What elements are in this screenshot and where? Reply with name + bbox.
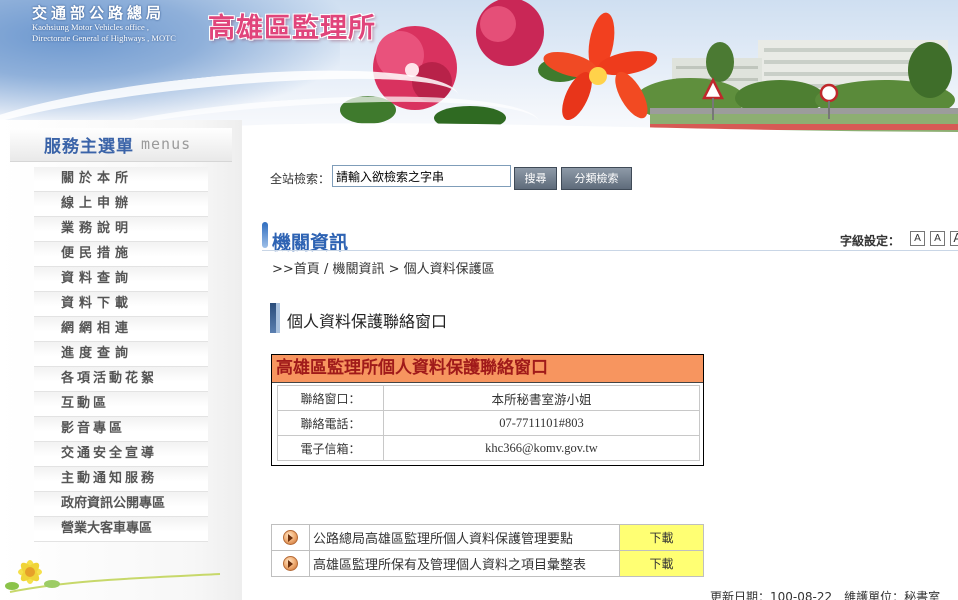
breadcrumb-current: 個人資料保護區 [403,262,495,277]
last-updated: 更新日期：100-08-22 維護單位：秘書室 [710,590,941,600]
search-button[interactable]: 搜尋 [514,167,557,190]
category-search-button[interactable]: 分類檢索 [561,167,632,190]
menu-item-data-query[interactable]: 資料查詢 [34,267,208,292]
menu-item-activities[interactable]: 各項活動花絮 [34,367,208,392]
menu-title-en: menus [141,135,192,153]
page-title-marker [276,303,280,333]
menu-item-traffic-safety[interactable]: 交通安全宣導 [34,442,208,467]
arrow-bullet-icon [283,556,298,571]
menu-item-bus[interactable]: 營業大客車專區 [34,517,208,542]
contact-email[interactable]: khc366@komv.gov.tw [383,435,700,461]
table-row: 聯絡窗口： 本所秘書室游小姐 [277,385,700,411]
section-heading-marker [262,222,268,248]
prohibition-sign-icon [819,83,839,103]
menu-title: 服務主選單 [44,137,134,157]
contact-box: 高雄區監理所個人資料保護聯絡窗口 聯絡窗口： 本所秘書室游小姐 聯絡電話： 07… [271,354,704,466]
contact-key: 電子信箱： [277,435,384,461]
contact-key: 聯絡窗口： [277,385,384,411]
font-size-label: 字級設定： [840,234,901,248]
search-label: 全站檢索： [270,172,331,186]
breadcrumb: >>首頁 / 機關資訊 > 個人資料保護區 [272,258,495,277]
breadcrumb-separator: > [384,262,404,277]
breadcrumb-separator: / [319,262,333,277]
menu-item-open-gov[interactable]: 政府資訊公開專區 [34,492,208,517]
menu-item-notification[interactable]: 主動通知服務 [34,467,208,492]
kapok-flower-icon [543,12,658,121]
menu-item-interactive[interactable]: 互動區 [34,392,208,417]
breadcrumb-agency-info-link[interactable]: 機關資訊 [332,262,384,277]
sidebar-flower-decoration [5,560,221,593]
sidebar: 服務主選單 menus 關於本所 線上申辦 業務說明 便民措施 資料查詢 資料下… [0,120,242,600]
table-row: 公路總局高雄區監理所個人資料保護管理要點 下載 [271,524,704,551]
menu-item-links[interactable]: 網網相連 [34,317,208,342]
org-name-en: Kaohsiung Motor Vehicles office , Direct… [32,22,176,43]
download-link[interactable]: 下載 [619,524,704,551]
breadcrumb-home-link[interactable]: 首頁 [294,262,320,277]
table-row: 電子信箱： khc366@komv.gov.tw [277,435,700,461]
download-table: 公路總局高雄區監理所個人資料保護管理要點 下載 高雄區監理所保有及管理個人資料之… [271,524,704,577]
org-name-cn: 交通部公路總局 [32,4,166,22]
font-size-medium-button[interactable]: A [930,231,945,246]
menu-item-download[interactable]: 資料下載 [34,292,208,317]
page-title: 個人資料保護聯絡窗口 [287,312,448,331]
menu-item-about[interactable]: 關於本所 [34,167,208,192]
menu-item-media[interactable]: 影音專區 [34,417,208,442]
arrow-bullet-icon [283,530,298,545]
menu-item-online-apply[interactable]: 線上申辦 [34,192,208,217]
section-divider [262,250,958,251]
font-size-large-button[interactable]: A [950,231,958,246]
table-row: 高雄區監理所保有及管理個人資料之項目彙整表 下載 [271,550,704,577]
table-row: 聯絡電話： 07-7711101#803 [277,410,700,436]
daisy-icon [18,560,42,584]
font-size-small-button[interactable]: A [910,231,925,246]
download-link[interactable]: 下載 [619,550,704,577]
menu-item-business[interactable]: 業務說明 [34,217,208,242]
contact-key: 聯絡電話： [277,410,384,436]
download-title: 高雄區監理所保有及管理個人資料之項目彙整表 [309,550,620,577]
bullet-cell [271,524,310,551]
site-title[interactable]: 高雄區監理所 [208,6,376,45]
search-input[interactable] [332,165,511,187]
breadcrumb-prefix: >> [272,262,294,277]
contact-value: 本所秘書室游小姐 [383,385,700,411]
contact-value: 07-7711101#803 [383,410,700,436]
bullet-cell [271,550,310,577]
menu-item-progress[interactable]: 進度查詢 [34,342,208,367]
menu-item-convenience[interactable]: 便民措施 [34,242,208,267]
hibiscus-flower-icon [476,0,544,66]
main-menu: 關於本所 線上申辦 業務說明 便民措施 資料查詢 資料下載 網網相連 進度查詢 … [34,167,208,542]
download-title: 公路總局高雄區監理所個人資料保護管理要點 [309,524,620,551]
contact-box-heading: 高雄區監理所個人資料保護聯絡窗口 [272,355,703,383]
contact-table: 聯絡窗口： 本所秘書室游小姐 聯絡電話： 07-7711101#803 電子信箱… [277,385,700,461]
